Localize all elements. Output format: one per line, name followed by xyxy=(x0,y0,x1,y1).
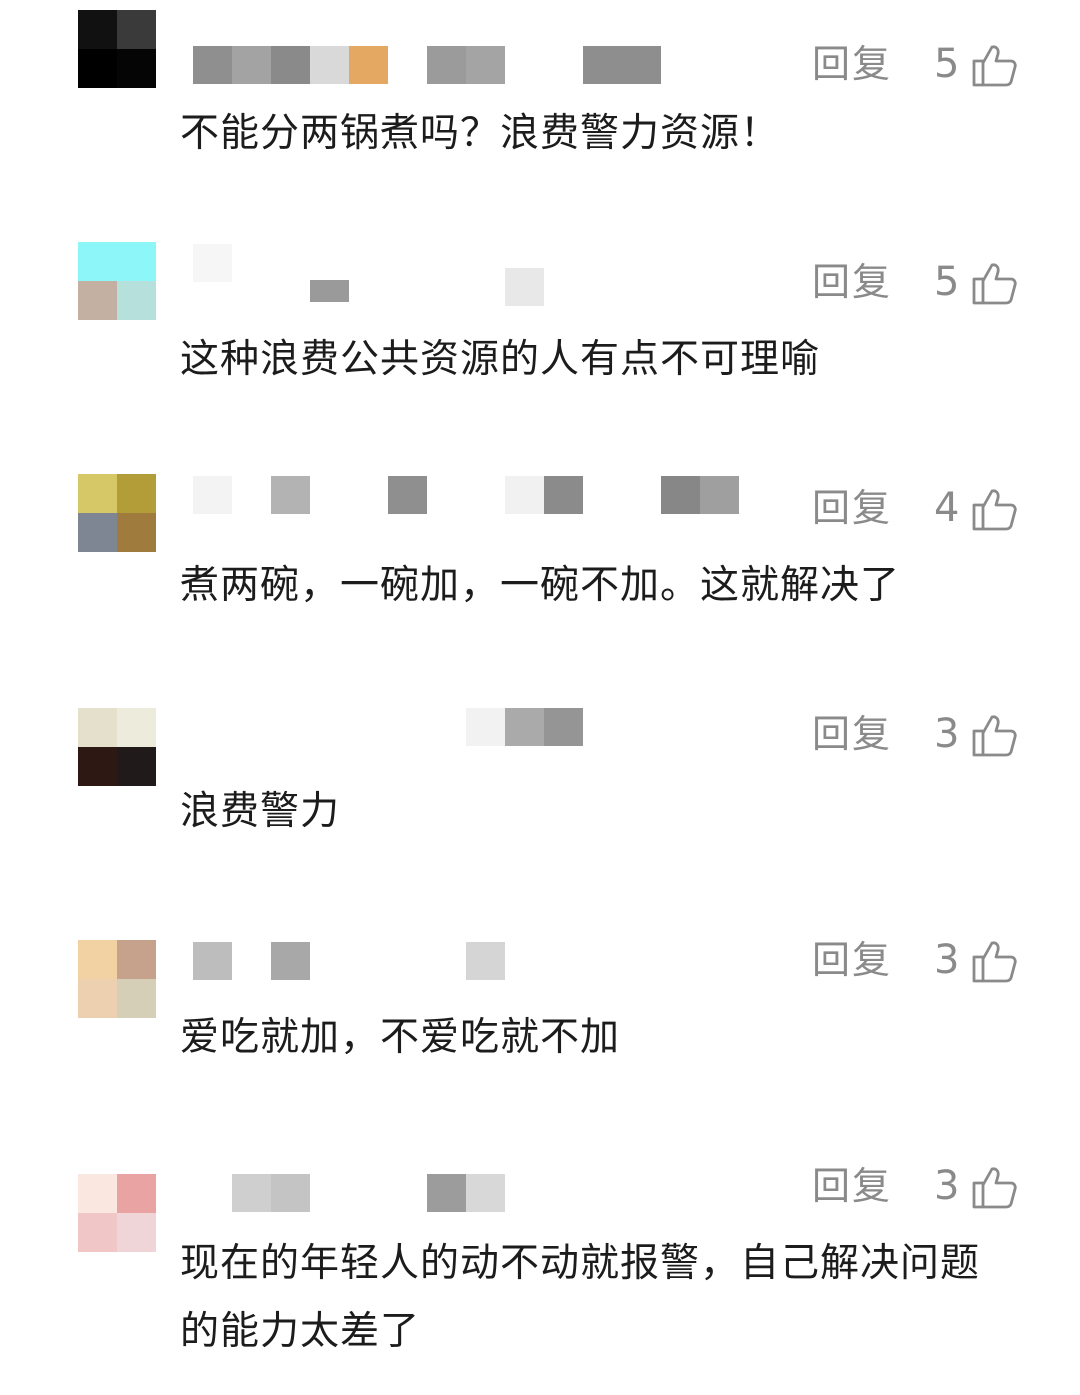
blur-block xyxy=(388,476,427,514)
blur-block xyxy=(544,708,583,746)
avatar-pixel xyxy=(78,1174,117,1213)
username-blurred[interactable] xyxy=(193,46,753,84)
avatar-pixel xyxy=(78,513,117,552)
avatar-pixel xyxy=(117,474,156,513)
avatar-pixel xyxy=(78,747,117,786)
avatar-pixel xyxy=(117,747,156,786)
comment-text: 浪费警力 xyxy=(180,789,341,834)
username-blurred[interactable] xyxy=(193,476,753,514)
blur-block xyxy=(271,942,310,980)
blur-block xyxy=(466,942,505,980)
avatar-pixel xyxy=(117,49,156,88)
blur-block xyxy=(427,1174,466,1212)
avatar-pixel xyxy=(117,1174,156,1213)
avatar[interactable] xyxy=(78,940,156,1018)
avatar-pixel xyxy=(78,242,117,281)
thumbs-up-icon[interactable] xyxy=(970,1163,1018,1211)
blur-block xyxy=(466,708,505,746)
blur-block xyxy=(193,244,232,282)
avatar-pixel xyxy=(78,10,117,49)
comment-text: 爱吃就加，不爱吃就不加 xyxy=(180,1015,621,1060)
blur-block xyxy=(505,268,544,306)
thumbs-up-icon[interactable] xyxy=(970,259,1018,307)
thumbs-up-icon[interactable] xyxy=(970,711,1018,759)
avatar[interactable] xyxy=(78,10,156,88)
reply-button[interactable]: 回复 xyxy=(812,1160,892,1212)
blur-block xyxy=(700,476,739,514)
blur-block xyxy=(271,1174,310,1212)
avatar[interactable] xyxy=(78,708,156,786)
avatar-pixel xyxy=(117,940,156,979)
blur-block xyxy=(310,46,349,84)
comment-text: 煮两碗，一碗加，一碗不加。这就解决了 xyxy=(180,563,901,608)
blur-block xyxy=(193,942,232,980)
avatar-pixel xyxy=(117,10,156,49)
blur-block xyxy=(427,46,466,84)
avatar-pixel xyxy=(78,940,117,979)
avatar-pixel xyxy=(78,49,117,88)
avatar-pixel xyxy=(78,979,117,1018)
like-count: 5 xyxy=(934,41,960,87)
avatar-pixel xyxy=(117,513,156,552)
blur-block xyxy=(583,46,661,84)
like-count: 3 xyxy=(934,711,960,757)
blur-block xyxy=(661,476,700,514)
blur-block xyxy=(271,46,310,84)
reply-button[interactable]: 回复 xyxy=(812,256,892,308)
blur-block xyxy=(505,708,544,746)
avatar-pixel xyxy=(78,281,117,320)
comment-text: 这种浪费公共资源的人有点不可理喻 xyxy=(180,337,821,382)
comment-text: 不能分两锅煮吗？浪费警力资源！ xyxy=(180,111,781,156)
avatar-pixel xyxy=(78,474,117,513)
avatar-pixel xyxy=(117,242,156,281)
avatar-pixel xyxy=(78,708,117,747)
thumbs-up-icon[interactable] xyxy=(970,41,1018,89)
reply-button[interactable]: 回复 xyxy=(812,934,892,986)
comment-text: 现在的年轻人的动不动就报警，自己解决问题的能力太差了 xyxy=(180,1241,981,1354)
avatar-pixel xyxy=(117,979,156,1018)
blur-block xyxy=(232,1174,271,1212)
blur-block xyxy=(349,46,388,84)
avatar-pixel xyxy=(117,708,156,747)
blur-block xyxy=(466,1174,505,1212)
blur-block xyxy=(271,476,310,514)
blur-block xyxy=(232,46,271,84)
avatar[interactable] xyxy=(78,474,156,552)
username-blurred[interactable] xyxy=(193,942,753,980)
blur-block xyxy=(310,280,349,302)
avatar[interactable] xyxy=(78,1174,156,1252)
blur-block xyxy=(193,476,232,514)
avatar-pixel xyxy=(117,281,156,320)
reply-button[interactable]: 回复 xyxy=(812,38,892,90)
username-blurred[interactable] xyxy=(193,1174,753,1212)
reply-button[interactable]: 回复 xyxy=(812,708,892,760)
blur-block xyxy=(505,476,544,514)
blur-block xyxy=(466,46,505,84)
like-count: 4 xyxy=(934,485,960,531)
avatar-pixel xyxy=(78,1213,117,1252)
thumbs-up-icon[interactable] xyxy=(970,485,1018,533)
blur-block xyxy=(193,46,232,84)
thumbs-up-icon[interactable] xyxy=(970,937,1018,985)
avatar-pixel xyxy=(117,1213,156,1252)
blur-block xyxy=(544,476,583,514)
username-blurred[interactable] xyxy=(193,244,753,306)
like-count: 5 xyxy=(934,259,960,305)
username-blurred[interactable] xyxy=(193,708,753,746)
reply-button[interactable]: 回复 xyxy=(812,482,892,534)
like-count: 3 xyxy=(934,937,960,983)
like-count: 3 xyxy=(934,1163,960,1209)
avatar[interactable] xyxy=(78,242,156,320)
